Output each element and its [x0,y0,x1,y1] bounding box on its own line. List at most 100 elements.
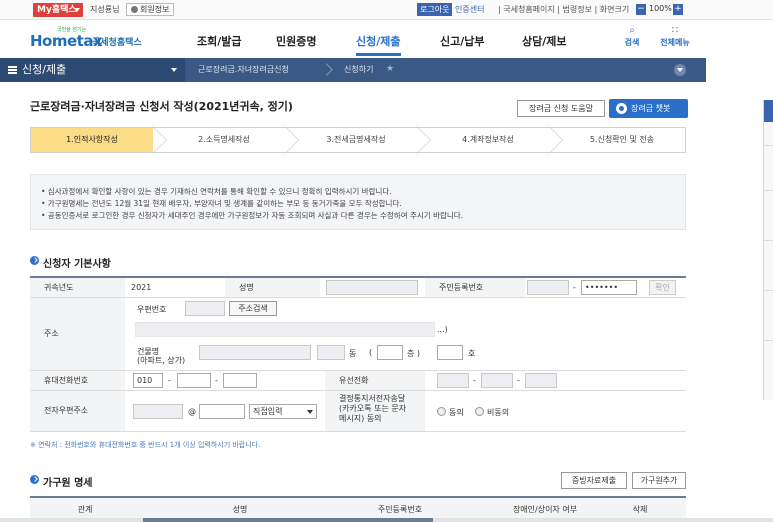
fullmenu-label: 전체메뉴 [660,38,690,47]
fullmenu-button[interactable]: ∷ 전체메뉴 [655,25,695,48]
main-navigation: 국민을 섬기는 Hometax 국세청홈택스 조회/발급 민원증명 신청/제출 … [0,21,773,57]
email-label: 전자우편주소 [30,391,125,432]
dropdown-arrow-icon [307,410,313,414]
info-line: • 공동인증서로 로그인한 경우 신청자가 세대주인 경우에만 가구원정보가 자… [41,211,464,220]
rrn-front-field[interactable] [527,280,569,295]
help-button[interactable]: 장려금 신청 도움말 [517,100,605,117]
email-domain-select[interactable]: 직접입력 [249,404,317,419]
breadcrumb-step-1[interactable]: 근로장려금.자녀장려금신청 [198,58,289,82]
phone-middle-field[interactable] [481,373,513,388]
menu-filing[interactable]: 신고/납부 [440,33,485,49]
rrn-back-field[interactable]: ••••••• [581,280,637,295]
location-bar: 신청/제출 근로장려금.자녀장려금신청 신청하기 ★ [0,58,706,82]
address-label: 주소 [30,298,125,371]
address-line-field[interactable] [135,322,435,337]
email-id-field[interactable] [133,404,183,419]
info-line: • 심사과정에서 확인할 사항이 있는 경우 기재하신 연락처를 통해 확인할 … [41,187,392,196]
section-title-label: 신청자 기본사항 [43,259,111,270]
dong-field[interactable] [317,345,345,360]
ho-field[interactable] [437,345,463,360]
chatbot-button[interactable]: 장려금 챗봇 [609,99,688,118]
address-tail: ...) [437,325,448,334]
email-select-value: 직접입력 [253,407,283,416]
person-icon [131,6,138,13]
cert-center-link[interactable]: 인증센터 [455,4,484,15]
consent-cell: 동의 비동의 [425,391,686,432]
favorite-star-icon[interactable]: ★ [386,64,394,74]
menu-certificate[interactable]: 민원증명 [276,33,316,49]
zoom-out-button[interactable]: − [636,4,646,15]
location-menu-dropdown[interactable]: 신청/제출 [0,58,185,82]
postcode-field[interactable] [185,301,225,316]
column-header: 성명 [232,505,248,514]
user-info-button[interactable]: 회원정보 [126,3,175,16]
mobile-middle-field[interactable] [177,373,211,388]
building-name-field[interactable] [199,345,311,360]
right-quick-panel [763,100,773,400]
column-header: 장애인/상이자 여부 [512,505,578,514]
chevron-right-icon [320,63,333,76]
phone-cell: - - [425,371,686,391]
menu-application[interactable]: 신청/제출 [356,33,401,56]
floor-label: 층 ) [407,349,421,358]
horizontal-scrollbar-thumb[interactable] [143,518,433,522]
divider [764,145,773,146]
search-label: 검색 [624,38,640,47]
top-links[interactable]: | 국세청홈페이지 | 범령정보 | 화면크기 [498,4,629,15]
phone-last-field[interactable] [525,373,557,388]
info-notice-box: • 심사과정에서 확인할 사항이 있는 경우 기재하신 연락처를 통해 확인할 … [30,174,686,230]
phone-label: 유선전화 [325,371,425,391]
address-cell: 우편번호 주소검색 ...) 건물명 (아파트, 상가) 동 ( 층 ) 호 [125,298,686,371]
step-progress: 1.인적사항작성 2.소득명세작성 3.전세금명세작성 4.계좌정보작성 5.신… [30,126,686,154]
consent-no-label: 비동의 [487,408,510,417]
mobile-last-field[interactable] [223,373,257,388]
section-title-label: 가구원 명세 [43,478,93,489]
year-label: 귀속년도 [30,278,125,298]
search-button[interactable]: ⌕ 검색 [617,25,647,48]
address-search-button[interactable]: 주소검색 [229,301,277,316]
consent-no-radio[interactable] [475,407,484,416]
name-cell [320,278,425,298]
consent-yes-radio[interactable] [437,407,446,416]
name-field[interactable] [326,280,418,295]
column-header: 주민등록번호 [377,505,423,514]
evidence-submit-button[interactable]: 증빙자료제출 [561,472,627,489]
mobile-prefix-field[interactable]: 010 [133,373,163,388]
menu-counsel[interactable]: 상담/제보 [522,33,567,49]
bottom-scroll-strip [0,518,773,522]
consent-label: 결정통지서전자송달 (카카오톡 또는 문자 메시지) 동의 [325,391,425,432]
breadcrumb-step-2[interactable]: 신청하기 [344,58,373,82]
location-toggle-button[interactable] [674,64,686,76]
floor-field[interactable] [377,345,403,360]
location-home-label: 신청/제출 [22,63,67,76]
section-title-applicant: 신청자 기본사항 [30,255,111,270]
search-icon: ⌕ [629,25,635,36]
add-member-button[interactable]: 가구원추가 [632,472,686,489]
building-sub-label: (아파트, 상가) [137,356,186,365]
user-info-label: 회원정보 [140,5,170,14]
my-hometax-button[interactable]: My홈택스 [33,3,83,17]
name-label: 성명 [225,278,320,298]
zoom-level: 100% [649,4,672,13]
column-header: 삭제 [632,505,648,514]
chevron-down-icon [74,8,80,12]
year-value: 2021 [125,278,225,298]
email-domain-field[interactable] [199,404,245,419]
chatbot-icon [616,103,627,114]
zoom-in-button[interactable]: + [673,4,683,15]
dash: - [215,376,218,385]
rrn-confirm-button[interactable]: 확인 [649,280,676,295]
column-header: 관계 [77,505,93,514]
hometax-logo[interactable]: 국민을 섬기는 Hometax 국세청홈택스 [30,26,155,50]
divider [764,240,773,241]
logout-button[interactable]: 로그아웃 [417,3,453,16]
phone-area-field[interactable] [437,373,469,388]
divider [764,340,773,341]
menu-inquiry[interactable]: 조회/발급 [197,33,242,49]
floor-open-paren: ( [369,348,373,357]
quick-panel-header [764,100,773,122]
section-title-household: 가구원 명세 [30,474,92,489]
divider [764,290,773,291]
ho-label: 호 [468,349,476,358]
info-line: • 가구원명세는 전년도 12월 31일 현재 배우자, 부양자녀 및 생계를 … [41,199,402,208]
